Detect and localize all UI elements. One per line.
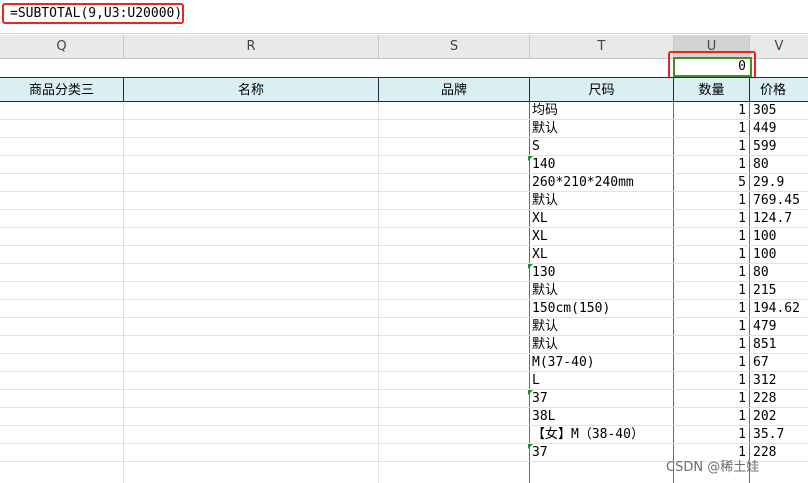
cell-quantity[interactable]: 1 xyxy=(674,390,746,407)
watermark: CSDN @稀土娃 xyxy=(666,460,760,475)
cell-quantity[interactable]: 1 xyxy=(674,192,746,209)
table-row[interactable]: M(37-40) 1 67 xyxy=(0,354,808,372)
table-row[interactable]: 均码 1 305 xyxy=(0,102,808,120)
cell-size[interactable]: 默认 xyxy=(532,192,558,209)
cell-size[interactable]: 260*210*240mm xyxy=(532,174,634,191)
cell-size[interactable]: L xyxy=(532,372,540,389)
table-row[interactable]: XL 1 124.7 xyxy=(0,210,808,228)
column-header-s[interactable]: S xyxy=(379,35,530,59)
cell-size[interactable]: 默认 xyxy=(532,282,558,299)
table-row[interactable]: 默认 1 449 xyxy=(0,120,808,138)
cell-price[interactable]: 80 xyxy=(753,264,769,281)
header-size[interactable]: 尺码 xyxy=(530,77,674,102)
cell-size[interactable]: 默认 xyxy=(532,120,558,137)
table-row[interactable]: 默认 1 215 xyxy=(0,282,808,300)
table-row[interactable]: 【女】M（38-40） 1 35.7 xyxy=(0,426,808,444)
active-cell-u2[interactable]: 0 xyxy=(673,57,752,77)
cell-price[interactable]: 305 xyxy=(753,102,776,119)
cell-size[interactable]: XL xyxy=(532,246,548,263)
cell-price[interactable]: 100 xyxy=(753,246,776,263)
cell-price[interactable]: 80 xyxy=(753,156,769,173)
cell-size[interactable]: 均码 xyxy=(532,102,558,119)
cell-quantity[interactable]: 1 xyxy=(674,156,746,173)
cell-quantity[interactable]: 1 xyxy=(674,210,746,227)
cell-quantity[interactable]: 1 xyxy=(674,282,746,299)
cell-size[interactable]: M(37-40) xyxy=(532,354,595,371)
header-quantity[interactable]: 数量 xyxy=(674,77,750,102)
cell-price[interactable]: 124.7 xyxy=(753,210,792,227)
cell-size[interactable]: 37 xyxy=(532,444,548,461)
column-header-r[interactable]: R xyxy=(124,35,379,59)
table-row[interactable]: 260*210*240mm 5 29.9 xyxy=(0,174,808,192)
cell-price[interactable]: 851 xyxy=(753,336,776,353)
column-header-t[interactable]: T xyxy=(530,35,674,59)
cell-price[interactable]: 67 xyxy=(753,354,769,371)
cell-price[interactable]: 449 xyxy=(753,120,776,137)
cell-quantity[interactable]: 1 xyxy=(674,372,746,389)
formula-bar: =SUBTOTAL(9,U3:U20000) xyxy=(0,0,808,34)
cell-price[interactable]: 215 xyxy=(753,282,776,299)
table-row[interactable]: 150cm(150) 1 194.62 xyxy=(0,300,808,318)
cell-price[interactable]: 202 xyxy=(753,408,776,425)
table-row[interactable]: L 1 312 xyxy=(0,372,808,390)
table-row[interactable]: 默认 1 479 xyxy=(0,318,808,336)
header-price[interactable]: 价格 xyxy=(750,77,808,102)
cell-price[interactable]: 769.45 xyxy=(753,192,800,209)
cell-price[interactable]: 479 xyxy=(753,318,776,335)
cell-size[interactable]: 140 xyxy=(532,156,555,173)
cell-quantity[interactable]: 1 xyxy=(674,354,746,371)
cell-price[interactable]: 35.7 xyxy=(753,426,784,443)
cell-price[interactable]: 100 xyxy=(753,228,776,245)
table-row[interactable]: 140 1 80 xyxy=(0,156,808,174)
cell-size[interactable]: 默认 xyxy=(532,318,558,335)
cell-quantity[interactable]: 1 xyxy=(674,426,746,443)
cell-size[interactable]: 130 xyxy=(532,264,555,281)
formula-input[interactable]: =SUBTOTAL(9,U3:U20000) xyxy=(2,3,184,24)
header-name[interactable]: 名称 xyxy=(124,77,379,102)
cell-size[interactable]: S xyxy=(532,138,540,155)
column-header-q[interactable]: Q xyxy=(0,35,124,59)
header-category3[interactable]: 商品分类三 xyxy=(0,77,124,102)
cell-size[interactable]: 【女】M（38-40） xyxy=(532,426,644,443)
cell-quantity[interactable]: 1 xyxy=(674,246,746,263)
cell-quantity[interactable]: 1 xyxy=(674,318,746,335)
cell-quantity[interactable]: 1 xyxy=(674,408,746,425)
cell-size[interactable]: 37 xyxy=(532,390,548,407)
table-row[interactable]: XL 1 100 xyxy=(0,246,808,264)
cell-quantity[interactable]: 1 xyxy=(674,300,746,317)
cell-quantity[interactable]: 1 xyxy=(674,138,746,155)
cell-price[interactable]: 29.9 xyxy=(753,174,784,191)
table-row[interactable]: S 1 599 xyxy=(0,138,808,156)
cell-quantity[interactable]: 1 xyxy=(674,264,746,281)
cell-price[interactable]: 228 xyxy=(753,390,776,407)
table-row[interactable]: 130 1 80 xyxy=(0,264,808,282)
cell-size[interactable]: XL xyxy=(532,228,548,245)
cell-price[interactable]: 312 xyxy=(753,372,776,389)
cell-price[interactable]: 599 xyxy=(753,138,776,155)
table-row[interactable]: 38L 1 202 xyxy=(0,408,808,426)
table-row[interactable]: 默认 1 769.45 xyxy=(0,192,808,210)
table-row[interactable]: 37 1 228 xyxy=(0,390,808,408)
header-brand[interactable]: 品牌 xyxy=(379,77,530,102)
table-row[interactable]: 默认 1 851 xyxy=(0,336,808,354)
column-header-v[interactable]: V xyxy=(750,35,808,59)
cell-quantity[interactable]: 1 xyxy=(674,120,746,137)
cell-size[interactable]: 38L xyxy=(532,408,555,425)
cell-size[interactable]: 默认 xyxy=(532,336,558,353)
cell-quantity[interactable]: 1 xyxy=(674,336,746,353)
cell-quantity[interactable]: 1 xyxy=(674,228,746,245)
cell-quantity[interactable]: 1 xyxy=(674,102,746,119)
cell-price[interactable]: 194.62 xyxy=(753,300,800,317)
cell-size[interactable]: XL xyxy=(532,210,548,227)
table-row[interactable]: XL 1 100 xyxy=(0,228,808,246)
cell-size[interactable]: 150cm(150) xyxy=(532,300,610,317)
cell-quantity[interactable]: 5 xyxy=(674,174,746,191)
